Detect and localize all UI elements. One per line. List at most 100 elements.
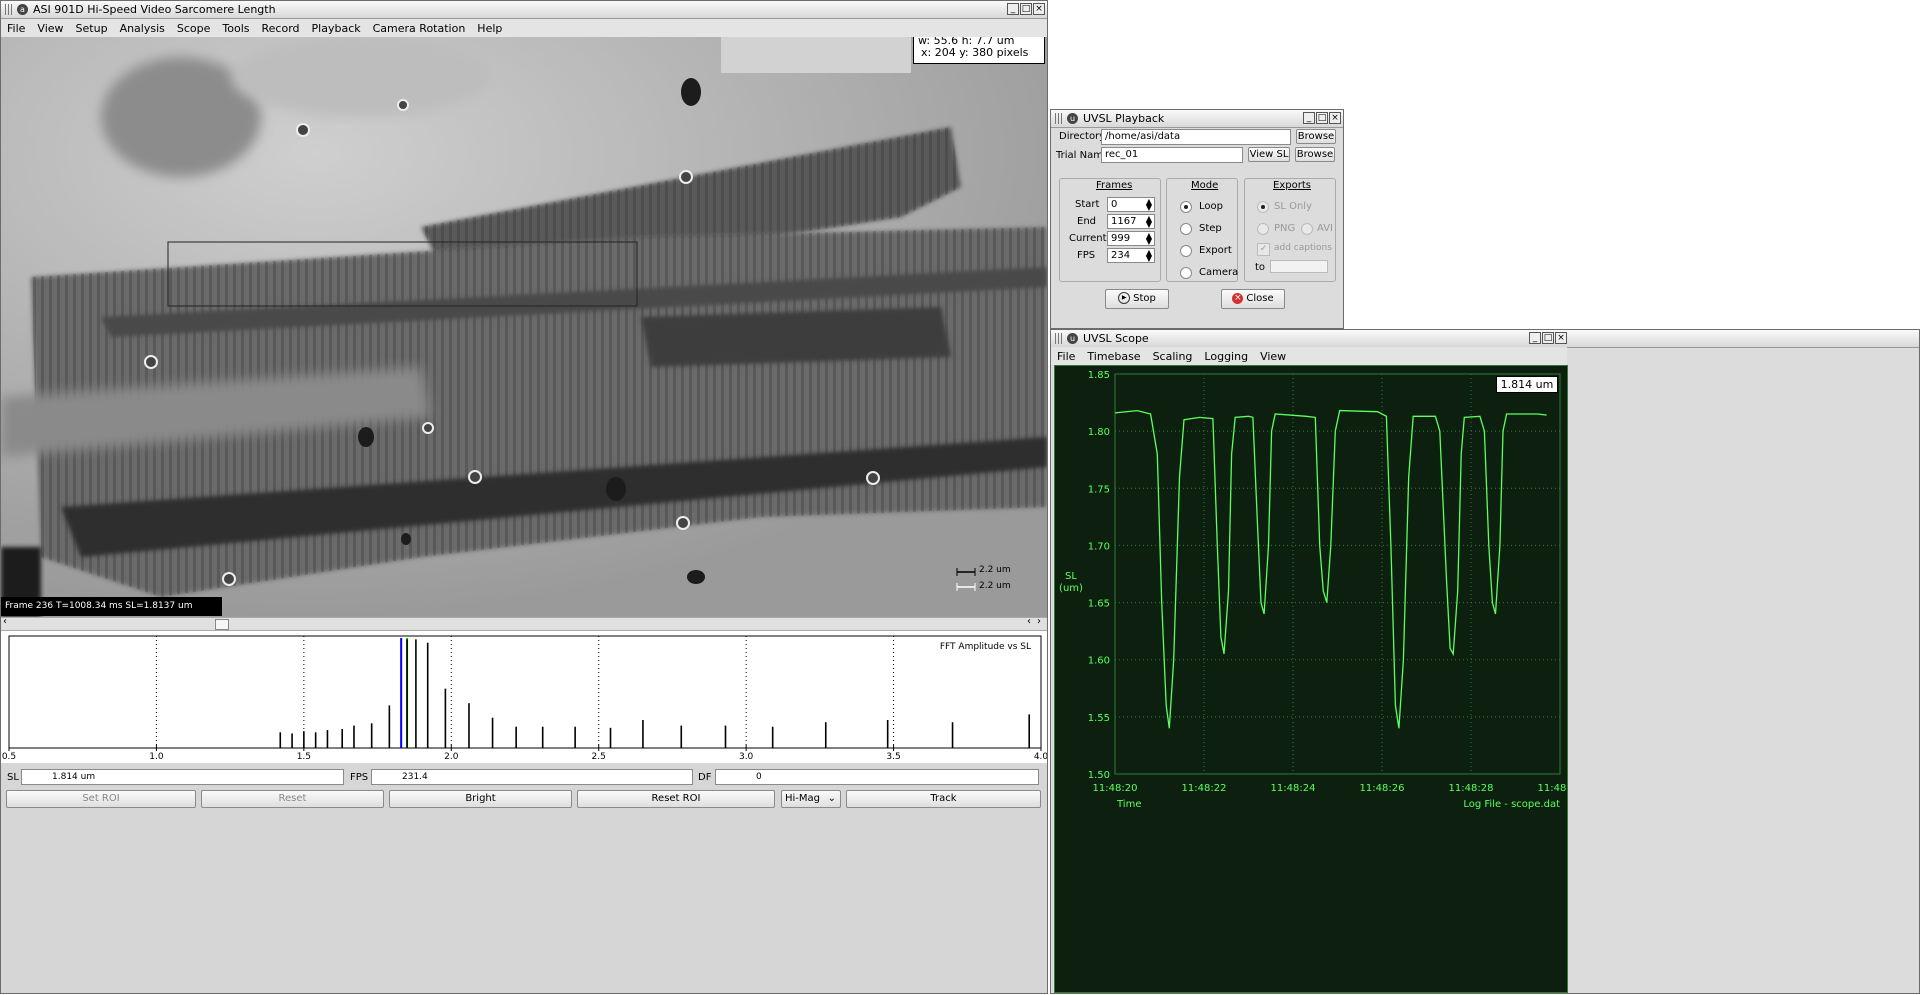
main-menu-help[interactable]: Help: [471, 22, 508, 35]
main-menu-file[interactable]: File: [1, 22, 31, 35]
maximize-icon[interactable]: □: [1316, 112, 1328, 124]
to-field[interactable]: [1270, 260, 1328, 273]
track-button[interactable]: Track: [846, 790, 1041, 808]
scope-y-tick-label: 1.60: [1088, 656, 1110, 667]
scope-window: u UVSL Scope _ □ × File Timebase Scaling Lo…: [1050, 329, 1920, 994]
playback-window: u UVSL Playback _ □ × Directory /home/as…: [1050, 109, 1344, 329]
stop-button[interactable]: ▶ Stop: [1105, 289, 1169, 309]
main-titlebar[interactable]: a ASI 901D Hi-Speed Video Sarcomere Leng…: [1, 1, 1047, 19]
main-window-title: ASI 901D Hi-Speed Video Sarcomere Length: [33, 3, 276, 16]
scroll-left-icon[interactable]: ‹: [3, 616, 7, 627]
scope-menu-timebase[interactable]: Timebase: [1081, 350, 1146, 363]
scroll-left-icon-2[interactable]: ‹: [1027, 616, 1031, 627]
scope-x-tick-label: 11:48:30: [1538, 783, 1567, 794]
minimize-icon[interactable]: _: [1303, 112, 1315, 124]
sl-only-radio[interactable]: [1257, 201, 1269, 213]
frame-scrollbar[interactable]: ‹ ‹ ›: [1, 616, 1047, 631]
spinner-arrows-icon[interactable]: ▲ ▼: [1146, 198, 1152, 212]
browse-directory-button[interactable]: Browse: [1296, 129, 1336, 144]
mode-camera-radio[interactable]: [1180, 267, 1192, 279]
minimize-icon[interactable]: _: [1529, 332, 1541, 344]
trial-name-field[interactable]: rec_01: [1101, 147, 1243, 163]
scope-x-tick-label: 11:48:20: [1093, 783, 1138, 794]
main-menu-analysis[interactable]: Analysis: [114, 22, 171, 35]
minimize-icon[interactable]: _: [1007, 3, 1019, 15]
current-spinner[interactable]: 999 ▲ ▼: [1107, 231, 1155, 246]
fps-value-field: 231.4: [371, 769, 693, 785]
playback-titlebar[interactable]: u UVSL Playback _ □ ×: [1051, 110, 1343, 128]
reset-button[interactable]: Reset: [201, 790, 384, 808]
playback-window-title: UVSL Playback: [1083, 112, 1165, 125]
mode-export-radio[interactable]: [1180, 245, 1192, 257]
mode-step-radio[interactable]: [1180, 223, 1192, 235]
start-label: Start: [1075, 199, 1100, 210]
fft-tick-label: 1.0: [149, 752, 164, 762]
scroll-thumb[interactable]: [215, 619, 229, 630]
main-menu-view[interactable]: View: [31, 22, 69, 35]
scope-menu-view[interactable]: View: [1254, 350, 1292, 363]
scope-y-tick-label: 1.70: [1088, 541, 1110, 552]
play-icon: ▶: [1118, 292, 1131, 304]
scope-menu-logging[interactable]: Logging: [1198, 350, 1254, 363]
scope-y-axis-label: SL: [1065, 571, 1077, 582]
cell-image: [1, 37, 1047, 617]
bright-button[interactable]: Bright: [389, 790, 572, 808]
sl-label: SL: [7, 772, 19, 783]
scale-bar-label-1: 2.2 um: [979, 565, 1011, 575]
add-captions-checkbox[interactable]: ✓: [1257, 243, 1270, 256]
end-spinner[interactable]: 1167 ▲ ▼: [1107, 214, 1155, 229]
scope-plot-frame: [1114, 373, 1561, 775]
video-view[interactable]: w: 55.6 h: 7.7 um x: 204 y: 380 pixels 2…: [1, 37, 1047, 617]
close-button[interactable]: × Close: [1221, 289, 1285, 309]
scope-menu-scaling[interactable]: Scaling: [1147, 350, 1199, 363]
close-icon[interactable]: ×: [1329, 112, 1341, 124]
fft-tick-label: 4.0: [1034, 752, 1047, 762]
frames-group-title: Frames: [1096, 180, 1133, 191]
app-icon: a: [17, 4, 28, 15]
fps-spinner[interactable]: 234 ▲ ▼: [1107, 248, 1155, 263]
directory-field[interactable]: /home/asi/data: [1101, 129, 1291, 145]
mode-loop-radio[interactable]: [1180, 201, 1192, 213]
scope-y-tick-label: 1.55: [1088, 713, 1110, 724]
scroll-right-icon[interactable]: ›: [1037, 616, 1041, 627]
main-menu-scope[interactable]: Scope: [171, 22, 217, 35]
browse-trial-button[interactable]: Browse: [1295, 147, 1335, 162]
mag-select-value: Hi-Mag: [785, 793, 821, 804]
view-sl-button[interactable]: View SL: [1248, 147, 1290, 162]
maximize-icon[interactable]: □: [1020, 3, 1032, 15]
scope-menu-file[interactable]: File: [1051, 350, 1081, 363]
close-icon[interactable]: ×: [1555, 332, 1567, 344]
avi-radio[interactable]: [1301, 223, 1313, 235]
main-menu-tools[interactable]: Tools: [216, 22, 255, 35]
window-grip-icon: [1055, 333, 1063, 344]
spinner-arrows-icon[interactable]: ▲ ▼: [1146, 232, 1152, 246]
scope-sl-trace: [1114, 409, 1547, 729]
scope-y-tick-label: 1.50: [1088, 770, 1110, 781]
main-window: a ASI 901D Hi-Speed Video Sarcomere Leng…: [0, 0, 1048, 994]
main-menu-record[interactable]: Record: [256, 22, 306, 35]
main-menu-setup[interactable]: Setup: [70, 22, 114, 35]
close-button-label: Close: [1246, 293, 1274, 304]
spinner-arrows-icon[interactable]: ▲ ▼: [1146, 249, 1152, 263]
reset-roi-button[interactable]: Reset ROI: [577, 790, 775, 808]
scope-x-tick-label: 11:48:22: [1182, 783, 1227, 794]
current-value: 999: [1111, 233, 1131, 244]
start-spinner[interactable]: 0 ▲ ▼: [1107, 197, 1155, 212]
maximize-icon[interactable]: □: [1542, 332, 1554, 344]
main-menu-playback[interactable]: Playback: [306, 22, 367, 35]
main-menu-camera-rotation[interactable]: Camera Rotation: [367, 22, 472, 35]
mag-select[interactable]: Hi-Mag ⌄: [781, 790, 841, 808]
fft-panel: 0.5 1.0 1.5 2.0 2.5 3.0 3.5 4.0 FFT Amplitude vs…: [1, 631, 1048, 763]
fft-tick-label: 2.0: [444, 752, 459, 762]
scope-titlebar[interactable]: u UVSL Scope _ □ ×: [1051, 330, 1919, 348]
spinner-arrows-icon[interactable]: ▲ ▼: [1146, 215, 1152, 229]
set-roi-button[interactable]: Set ROI: [6, 790, 196, 808]
scope-y-tick-label: 1.85: [1088, 370, 1110, 381]
chevron-down-icon: ⌄: [827, 793, 836, 804]
avi-label: AVI: [1317, 223, 1333, 234]
close-icon[interactable]: ×: [1033, 3, 1045, 15]
fft-tick-label: 0.5: [2, 752, 16, 762]
add-captions-label: add captions: [1274, 243, 1332, 253]
scope-x-axis-label: Time: [1116, 799, 1141, 810]
png-radio[interactable]: [1257, 223, 1269, 235]
